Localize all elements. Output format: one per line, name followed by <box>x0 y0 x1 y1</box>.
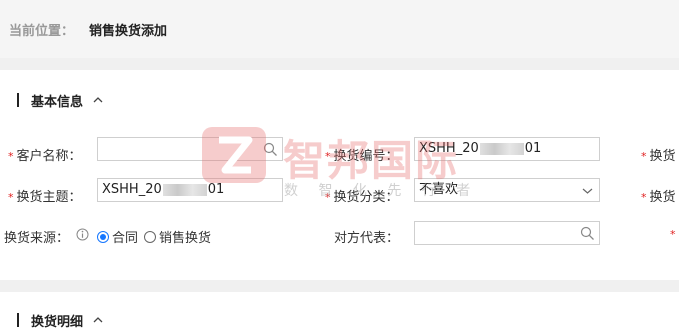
radio-contract[interactable]: 合同 <box>97 227 138 246</box>
search-icon[interactable] <box>580 226 595 241</box>
exchange-source-radio-group: 合同 销售换货 <box>97 227 217 246</box>
info-icon[interactable] <box>76 228 89 245</box>
breadcrumb-current: 销售换货添加 <box>89 24 168 39</box>
chevron-down-icon[interactable] <box>580 183 595 198</box>
breadcrumb-label: 当前位置： <box>9 24 75 39</box>
watermark-slogan: 数 智 化 先 行 者 <box>284 183 479 199</box>
required-marker: * <box>670 228 676 241</box>
basic-info-title: 基本信息 <box>31 94 84 110</box>
exchange-right-label-1: * 换货 <box>641 149 676 164</box>
section-marker <box>17 313 19 327</box>
counterparty-label: 对方代表： <box>334 231 400 246</box>
exchange-subject-label: * 换货主题： <box>8 190 82 205</box>
exchange-detail-header[interactable]: 换货明细 <box>17 311 103 330</box>
radio-unselected-icon[interactable] <box>144 230 157 243</box>
watermark-logo <box>202 127 266 183</box>
watermark-brand: 智邦国际 <box>283 136 460 185</box>
redacted-block <box>162 183 207 196</box>
exchange-right-label-2: * 换货 <box>641 190 676 205</box>
counterparty-field[interactable] <box>414 221 600 245</box>
basic-info-header[interactable]: 基本信息 <box>17 91 103 110</box>
chevron-up-icon[interactable] <box>93 315 103 325</box>
section-marker <box>17 93 19 107</box>
exchange-detail-title: 换货明细 <box>31 314 84 330</box>
redacted-block <box>479 142 524 155</box>
exchange-detail-panel: 换货明细 <box>0 292 679 332</box>
radio-sales-exchange[interactable]: 销售换货 <box>144 227 211 246</box>
customer-name-label: * 客户名称： <box>8 149 82 164</box>
exchange-source-label: 换货来源： <box>4 231 70 246</box>
chevron-up-icon[interactable] <box>93 95 103 105</box>
top-bar: 当前位置： 销售换货添加 <box>0 0 679 58</box>
radio-selected-icon[interactable] <box>97 230 109 243</box>
